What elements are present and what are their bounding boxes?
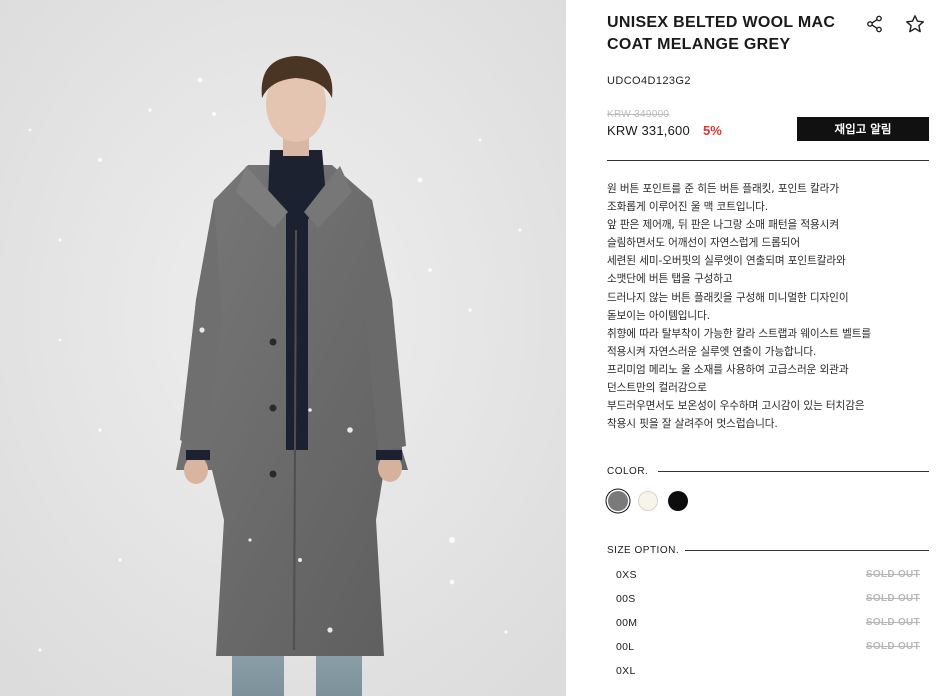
color-swatch-black[interactable]	[668, 491, 688, 511]
sold-out-label: SOLD OUT	[865, 593, 920, 604]
sale-price: KRW 331,600	[607, 123, 690, 138]
description-line: 세련된 세미-오버핏의 실루엣이 연출되며 포인트칼라와	[607, 255, 846, 268]
description-line: 던스트만의 컬러감으로	[607, 382, 707, 395]
description-line: 적용시켜 자연스러운 실루엣 연출이 가능합니다.	[607, 345, 817, 358]
product-description: 원 버튼 포인트를 준 히든 버튼 플래킷, 포인트 칼라가 조화롭게 이루어진…	[607, 180, 929, 433]
divider	[607, 160, 929, 161]
product-image	[0, 0, 566, 696]
description-line: 조화롭게 이루어진 울 맥 코트입니다.	[607, 201, 769, 214]
size-option-00s[interactable]: 00S SOLD OUT	[607, 587, 929, 611]
size-option-0xs[interactable]: 0XS SOLD OUT	[607, 563, 929, 587]
size-option-00m[interactable]: 00M SOLD OUT	[607, 611, 929, 635]
description-line: 드러나지 않는 버튼 플래킷을 구성해 미니멀한 디자인이	[607, 291, 849, 304]
size-option-label: SIZE OPTION.	[607, 545, 680, 556]
description-line: 착용시 핏을 잘 살려주어 멋스럽습니다.	[607, 418, 778, 431]
description-line: 돋보이는 아이템입니다.	[607, 309, 710, 322]
color-option-label: COLOR.	[607, 466, 649, 477]
description-line: 프리미엄 메리노 울 소재를 사용하여 고급스러운 외관과	[607, 363, 849, 376]
size-name: 00L	[616, 641, 635, 653]
size-name: 00M	[616, 617, 638, 629]
size-name: 0XS	[616, 569, 637, 581]
product-title: UNISEX BELTED WOOL MAC COAT MELANGE GREY	[607, 14, 836, 53]
size-name: 0XL	[616, 665, 636, 677]
description-line: 슬림하면서도 어깨선이 자연스럽게 드롭되어	[607, 237, 801, 250]
description-line: 원 버튼 포인트를 준 히든 버튼 플래킷, 포인트 칼라가	[607, 183, 839, 195]
star-icon[interactable]	[905, 14, 925, 34]
product-code: UDCO4D123G2	[607, 75, 691, 87]
model-wearing-coat-illustration	[0, 0, 566, 696]
description-line: 소맷단에 버튼 탭을 구성하고	[607, 273, 733, 286]
color-swatch-grey[interactable]	[608, 491, 628, 511]
description-line: 취향에 따라 탈부착이 가능한 칼라 스트랩과 웨이스트 벨트를	[607, 327, 872, 340]
product-detail-panel: UNISEX BELTED WOOL MAC COAT MELANGE GREY…	[607, 0, 929, 696]
sold-out-label: SOLD OUT	[865, 617, 920, 628]
sold-out-label: SOLD OUT	[865, 569, 920, 580]
size-option-0xl[interactable]: 0XL	[607, 659, 929, 683]
divider	[658, 471, 929, 472]
size-name: 00S	[616, 593, 636, 605]
share-icon[interactable]	[865, 14, 885, 34]
discount-rate: 5%	[703, 123, 722, 138]
divider	[685, 550, 929, 551]
color-swatch-ivory[interactable]	[638, 491, 658, 511]
original-price: KRW 349000	[607, 109, 670, 120]
size-option-00l[interactable]: 00L SOLD OUT	[607, 635, 929, 659]
description-line: 부드러우면서도 보온성이 우수하며 고시감이 있는 터치감은	[607, 400, 865, 413]
sold-out-label: SOLD OUT	[865, 641, 920, 652]
description-line: 앞 판은 제어깨, 뒤 판은 나그랑 소매 패턴을 적용시켜	[607, 219, 839, 232]
restock-alert-button[interactable]: 재입고 알림	[797, 117, 929, 141]
